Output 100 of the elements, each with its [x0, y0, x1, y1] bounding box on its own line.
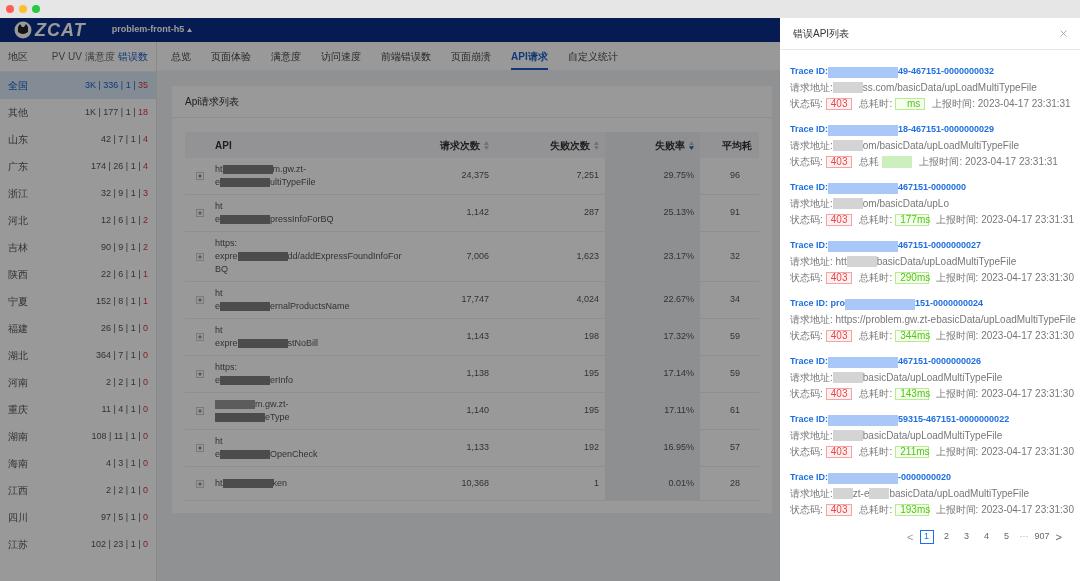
api-url-text: eType: [265, 410, 290, 424]
nav-tab[interactable]: API请求: [511, 42, 548, 70]
nav-tab[interactable]: 满意度: [271, 42, 301, 70]
trace-id-link[interactable]: 18-467151-0000000029: [898, 123, 995, 137]
table-cell-text: 7,251: [575, 169, 600, 183]
table-row[interactable]: ht e OpenCheck 1,133 192 16.95% 57: [185, 430, 759, 467]
trace-id-link[interactable]: Trace ID:: [790, 181, 829, 195]
page-button[interactable]: 2: [939, 529, 954, 544]
close-window-icon[interactable]: [6, 5, 14, 13]
table-cell-text: 1,140: [465, 404, 490, 418]
nav-tab[interactable]: 自定义统计: [567, 42, 618, 70]
next-page-button[interactable]: >: [1055, 528, 1062, 545]
trace-id-link[interactable]: 467151-0000000026: [898, 355, 982, 369]
request-url-text: basicData/upLoadMultiTypeFile: [862, 370, 1003, 385]
table-cell-text: 96: [729, 169, 741, 183]
nav-tab[interactable]: 总览: [171, 42, 191, 70]
sort-icon[interactable]: [484, 140, 489, 150]
table-row[interactable]: https: e erInfo 1,138 195 17.14% 59: [185, 356, 759, 393]
expand-row-icon[interactable]: [196, 444, 204, 452]
table-cell-text: 59: [729, 330, 741, 344]
nav-tab[interactable]: 页面崩溃: [451, 42, 491, 70]
trace-id-link[interactable]: Trace ID:: [790, 471, 829, 485]
expand-row-icon[interactable]: [196, 296, 204, 304]
metric-sort-link[interactable]: UV: [68, 49, 82, 64]
trace-id-link[interactable]: 151-0000000024: [915, 297, 984, 311]
request-url-text: basicData/upLoadMultiTypeFile: [862, 428, 1003, 443]
table-row[interactable]: https: expre dd/addExpressFoundInfoFor BQ 7,006 1,623 23.17% 32: [185, 232, 759, 282]
trace-id-link[interactable]: Trace ID:: [790, 413, 829, 427]
page-button[interactable]: 3: [959, 529, 974, 544]
trace-id-link[interactable]: 467151-0000000027: [898, 239, 982, 253]
minimize-window-icon[interactable]: [19, 5, 27, 13]
column-header[interactable]: 平均耗: [722, 137, 752, 153]
redacted-block: [828, 356, 899, 368]
trace-id-link[interactable]: Trace ID:: [790, 123, 829, 137]
redacted-block: [846, 255, 877, 267]
status-label: 状态码:: [790, 329, 823, 343]
metric-sort-link[interactable]: 错误数: [118, 49, 148, 64]
nav-tab[interactable]: 访问速度: [321, 42, 361, 70]
table-cell-text: 1,142: [465, 206, 490, 220]
api-url-text: erInfo: [270, 373, 294, 387]
redacted-block: [215, 413, 265, 422]
table-row[interactable]: m.gw.zt- eType 1,140 195 17.11% 61: [185, 393, 759, 430]
status-code-tag: 403: [825, 387, 853, 400]
trace-id-link[interactable]: 49-467151-0000000032: [898, 65, 995, 79]
status-code-tag: 403: [825, 271, 853, 284]
project-selector[interactable]: problem-front-h5: [111, 23, 193, 37]
trace-id-link[interactable]: Trace ID:: [790, 239, 829, 253]
metric-sort-link[interactable]: PV: [51, 49, 66, 64]
request-url-text: 请求地址: htt: [790, 254, 847, 269]
expand-row-icon[interactable]: [196, 370, 204, 378]
request-url-text: 请求地址:: [790, 486, 833, 501]
duration-tag: 211ms: [895, 445, 929, 458]
table-cell: 25.13%: [605, 195, 700, 231]
close-icon[interactable]: [1060, 30, 1067, 37]
trace-id-link[interactable]: Trace ID: pro: [790, 297, 845, 311]
table-row[interactable]: ht ken 10,368 1 0.01% 28: [185, 467, 759, 501]
redacted-block: [220, 376, 270, 385]
card-title: Api请求列表: [172, 86, 772, 118]
trace-id-link[interactable]: 59315-467151-0000000022: [898, 413, 1010, 427]
table-row[interactable]: ht e ernalProductsName 17,747 4,024 22.67% 34: [185, 282, 759, 319]
redacted-block: [832, 371, 863, 383]
report-time-text: 上报时间: 2023-04-17 23:31:30: [935, 329, 1074, 343]
page-button[interactable]: 5: [999, 529, 1014, 544]
redacted-block: [222, 479, 273, 488]
nav-tab[interactable]: 前端错误数: [381, 42, 431, 70]
expand-row-icon[interactable]: [196, 172, 204, 180]
region-row[interactable]: 全国 3K | 336 | 1 | 35: [0, 72, 156, 99]
sort-icon[interactable]: [689, 140, 694, 150]
request-url-text: basicData/upLoadMultiTypeFile: [876, 254, 1017, 269]
table-cell-text: 17,747: [460, 293, 490, 307]
table-row[interactable]: ht expre stNoBill 1,143 198 17.32% 59: [185, 319, 759, 356]
column-header[interactable]: 失败次数: [550, 137, 590, 153]
redacted-block: [237, 252, 288, 261]
duration-label: 总耗时:: [859, 329, 893, 343]
expand-row-icon[interactable]: [196, 209, 204, 217]
table-row[interactable]: ht m.gw.zt- e ultiTypeFile 24,375 7,251 29.75% 96: [185, 158, 759, 195]
zoom-window-icon[interactable]: [32, 5, 40, 13]
nav-tab[interactable]: 页面体验: [211, 42, 251, 70]
table-row[interactable]: ht e pressInfoForBQ 1,142 287 25.13% 91: [185, 195, 759, 232]
trace-id-link[interactable]: Trace ID:: [790, 65, 829, 79]
trace-id-link[interactable]: 467151-0000000: [898, 181, 967, 195]
request-url-text: om/basicData/upLoadMultiTypeFile: [862, 138, 1019, 153]
duration-tag: ms: [895, 97, 926, 110]
previous-page-button[interactable]: <: [907, 528, 914, 545]
expand-row-icon[interactable]: [196, 407, 204, 415]
trace-id-link[interactable]: Trace ID:: [790, 355, 829, 369]
page-button[interactable]: 907: [1034, 530, 1050, 544]
column-header[interactable]: 失败率: [655, 137, 685, 153]
metric-sort-link[interactable]: 满意度: [85, 49, 115, 64]
sort-icon[interactable]: [594, 140, 599, 150]
page-button[interactable]: 4: [979, 529, 994, 544]
trace-id-link[interactable]: -0000000020: [898, 471, 952, 485]
page-button[interactable]: 1: [919, 529, 934, 544]
redacted-block: [215, 400, 255, 409]
api-url-text: ht: [215, 434, 223, 448]
logo-text: ZCAT: [35, 18, 86, 42]
expand-row-icon[interactable]: [196, 333, 204, 341]
column-header[interactable]: API: [215, 137, 232, 153]
column-header[interactable]: 请求次数: [440, 137, 480, 153]
table-cell-text: 1,143: [465, 330, 490, 344]
